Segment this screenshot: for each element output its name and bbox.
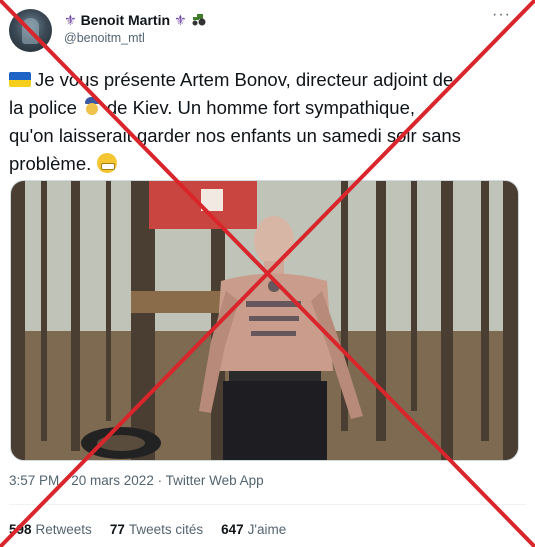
retweets-stat[interactable]: 598 Retweets <box>9 522 92 537</box>
likes-stat[interactable]: 647 J'aime <box>221 522 286 537</box>
author-avatar[interactable] <box>9 9 52 52</box>
retweets-label: Retweets <box>35 522 92 537</box>
ukraine-flag-icon <box>9 72 31 87</box>
grimacing-face-icon <box>97 153 118 173</box>
quotes-label: Tweets cités <box>128 522 204 537</box>
retweets-count: 598 <box>9 522 32 537</box>
author-handle[interactable]: @benoitm_mtl <box>64 31 145 45</box>
tweet-line-3: qu'on laisserait garder nos enfants un s… <box>9 125 461 146</box>
tweet-line-2a: la police <box>9 97 77 118</box>
author-name[interactable]: Benoit Martin <box>81 12 170 28</box>
tweet-stats: 598 Retweets 77 Tweets cités 647 J'aime <box>9 522 304 537</box>
tweet-text: Je vous présente Artem Bonov, directeur … <box>9 66 524 178</box>
likes-count: 647 <box>221 522 244 537</box>
fleur-de-lis-icon: ⚜ <box>64 12 77 28</box>
divider <box>9 504 526 505</box>
quotes-stat[interactable]: 77 Tweets cités <box>110 522 203 537</box>
more-options-icon[interactable]: ··· <box>492 6 511 24</box>
tweet-timestamp[interactable]: 3:57 PM · 20 mars 2022 · Twitter Web App <box>9 473 264 488</box>
quotes-count: 77 <box>109 522 125 537</box>
likes-label: J'aime <box>247 522 287 537</box>
tractor-icon <box>191 12 207 28</box>
tweet-line-2b: de Kiev. Un homme fort sympathique, <box>106 97 416 118</box>
fleur-de-lis-icon: ⚜ <box>174 12 187 28</box>
police-officer-icon <box>83 97 101 117</box>
author-name-row: ⚜ Benoit Martin ⚜ <box>64 12 207 28</box>
tweet-line-4: problème. <box>9 153 92 174</box>
tweet-media-video[interactable] <box>10 180 519 461</box>
tweet-line-1: Je vous présente Artem Bonov, directeur … <box>35 69 454 90</box>
forest-background <box>11 181 518 460</box>
